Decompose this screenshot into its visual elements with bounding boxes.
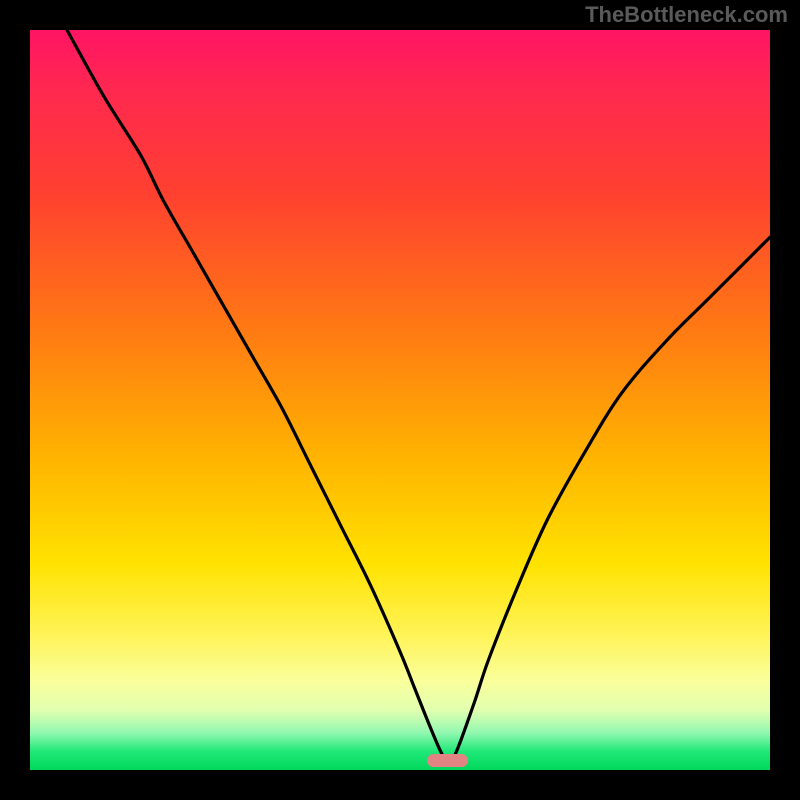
optimal-marker (427, 754, 468, 767)
bottleneck-curve (67, 30, 770, 762)
chart-frame: TheBottleneck.com (0, 0, 800, 800)
curve-svg (30, 30, 770, 770)
plot-area (30, 30, 770, 770)
watermark-text: TheBottleneck.com (585, 2, 788, 28)
